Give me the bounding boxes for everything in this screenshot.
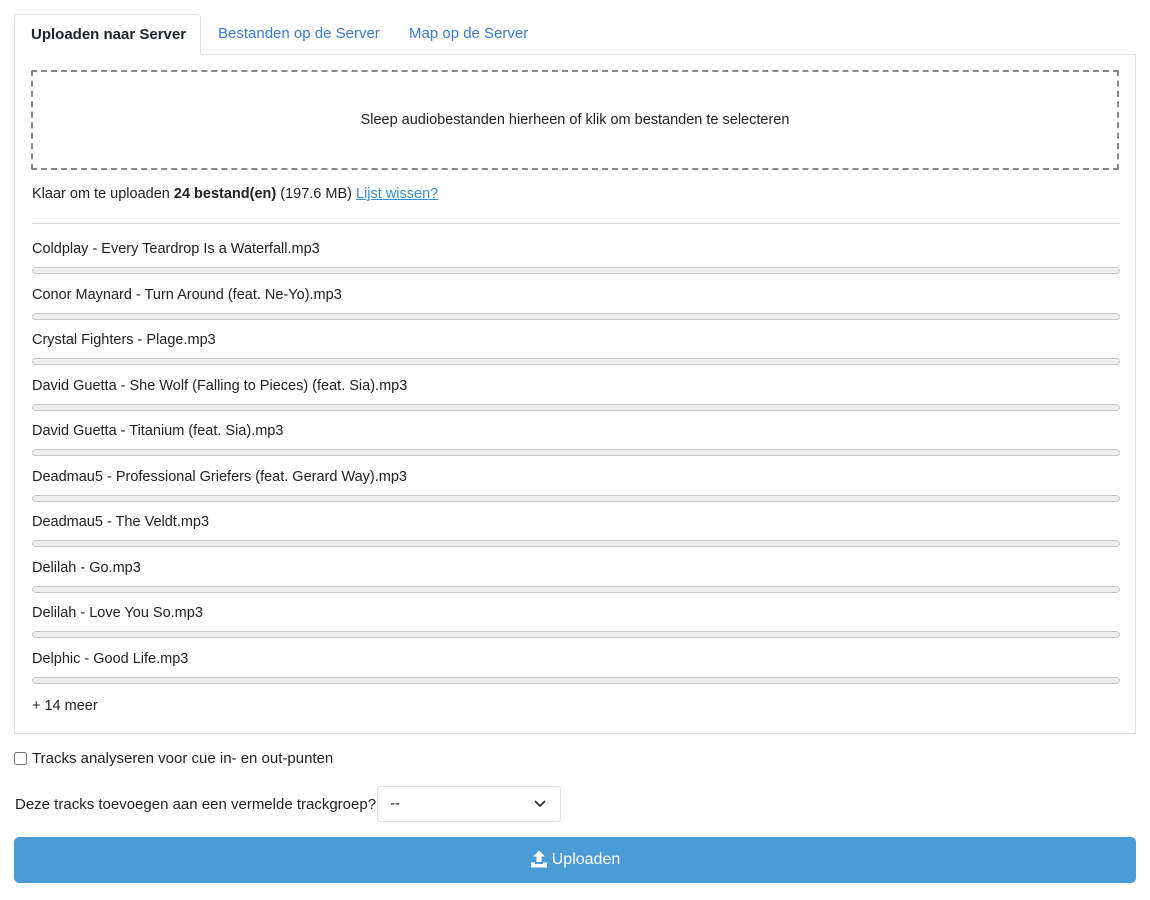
- upload-progress-bar: [32, 312, 1120, 320]
- status-file-count: 24 bestand(en): [173, 186, 277, 202]
- file-name: Conor Maynard - Turn Around (feat. Ne-Yo…: [32, 286, 342, 303]
- dropzone-text: Sleep audiobestanden hierheen of klik om…: [360, 112, 790, 128]
- file-list-item: Deadmau5 - The Veldt.mp3: [32, 512, 1120, 558]
- upload-progress-bar: [32, 494, 1120, 502]
- upload-icon: [530, 850, 547, 867]
- upload-button-label: Uploaden: [551, 851, 621, 868]
- upload-page: Uploaden naar Server Bestanden op de Ser…: [0, 0, 1150, 900]
- file-list: Coldplay - Every Teardrop Is a Waterfall…: [32, 239, 1120, 694]
- file-name: David Guetta - She Wolf (Falling to Piec…: [32, 377, 408, 394]
- file-list-item: Deadmau5 - Professional Griefers (feat. …: [32, 467, 1120, 513]
- file-name: Delilah - Love You So.mp3: [32, 605, 203, 621]
- tab-upload-to-server[interactable]: Uploaden naar Server: [14, 14, 201, 55]
- file-name: Delilah - Go.mp3: [32, 559, 141, 576]
- file-list-item: Delilah - Love You So.mp3: [32, 603, 1120, 649]
- upload-progress-bar: [32, 676, 1120, 684]
- upload-progress-bar: [32, 540, 1120, 547]
- chevron-down-icon: [534, 800, 546, 807]
- file-name: Coldplay - Every Teardrop Is a Waterfall…: [32, 241, 320, 257]
- file-list-item: Coldplay - Every Teardrop Is a Waterfall…: [32, 239, 1120, 285]
- file-list-item: David Guetta - She Wolf (Falling to Piec…: [32, 376, 1120, 422]
- file-list-item: Delilah - Go.mp3: [32, 558, 1120, 604]
- file-list-item: Conor Maynard - Turn Around (feat. Ne-Yo…: [32, 285, 1120, 331]
- more-files-count: + 14 meer: [32, 698, 98, 714]
- file-name: Deadmau5 - The Veldt.mp3: [32, 514, 210, 530]
- tab-files-on-server[interactable]: Bestanden op de Server: [202, 14, 396, 54]
- upload-progress-bar: [32, 403, 1120, 411]
- file-list-item: Delphic - Good Life.mp3: [32, 649, 1120, 695]
- tab-folder-on-server[interactable]: Map op de Server: [393, 14, 544, 54]
- divider: [32, 223, 1120, 224]
- upload-progress-bar: [32, 585, 1120, 593]
- file-name: Deadmau5 - Professional Griefers (feat. …: [32, 468, 407, 485]
- track-group-label: Deze tracks toevoegen aan een vermelde t…: [15, 795, 377, 813]
- track-group-select[interactable]: --: [377, 786, 562, 822]
- upload-progress-bar: [32, 267, 1120, 274]
- file-list-item: David Guetta - Titanium (feat. Sia).mp3: [32, 421, 1120, 467]
- file-name: Crystal Fighters - Plage.mp3: [32, 332, 216, 348]
- clear-list-link[interactable]: Lijst wissen?: [356, 186, 438, 202]
- analyze-option: Tracks analyseren voor cue in- en out-pu…: [14, 750, 333, 767]
- status-prefix: Klaar om te uploaden: [32, 186, 174, 202]
- status-total-size: (197.6 MB): [276, 186, 356, 202]
- tab-bar: Uploaden naar Server Bestanden op de Ser…: [14, 14, 1136, 55]
- track-group-selected: --: [390, 795, 401, 812]
- track-group-row: Deze tracks toevoegen aan een vermelde t…: [15, 786, 562, 822]
- upload-progress-bar: [32, 358, 1120, 365]
- file-name: David Guetta - Titanium (feat. Sia).mp3: [32, 423, 284, 439]
- file-name: Delphic - Good Life.mp3: [32, 650, 189, 667]
- analyze-tracks-label: Tracks analyseren voor cue in- en out-pu…: [32, 750, 334, 767]
- upload-progress-bar: [32, 631, 1120, 638]
- file-dropzone[interactable]: Sleep audiobestanden hierheen of klik om…: [31, 70, 1119, 170]
- upload-progress-bar: [32, 449, 1120, 456]
- file-list-item: Crystal Fighters - Plage.mp3: [32, 330, 1120, 376]
- analyze-tracks-checkbox[interactable]: [14, 752, 27, 765]
- upload-status: Klaar om te uploaden 24 bestand(en) (197…: [32, 186, 438, 202]
- upload-button[interactable]: Uploaden: [14, 837, 1136, 883]
- upload-panel: Sleep audiobestanden hierheen of klik om…: [14, 54, 1136, 734]
